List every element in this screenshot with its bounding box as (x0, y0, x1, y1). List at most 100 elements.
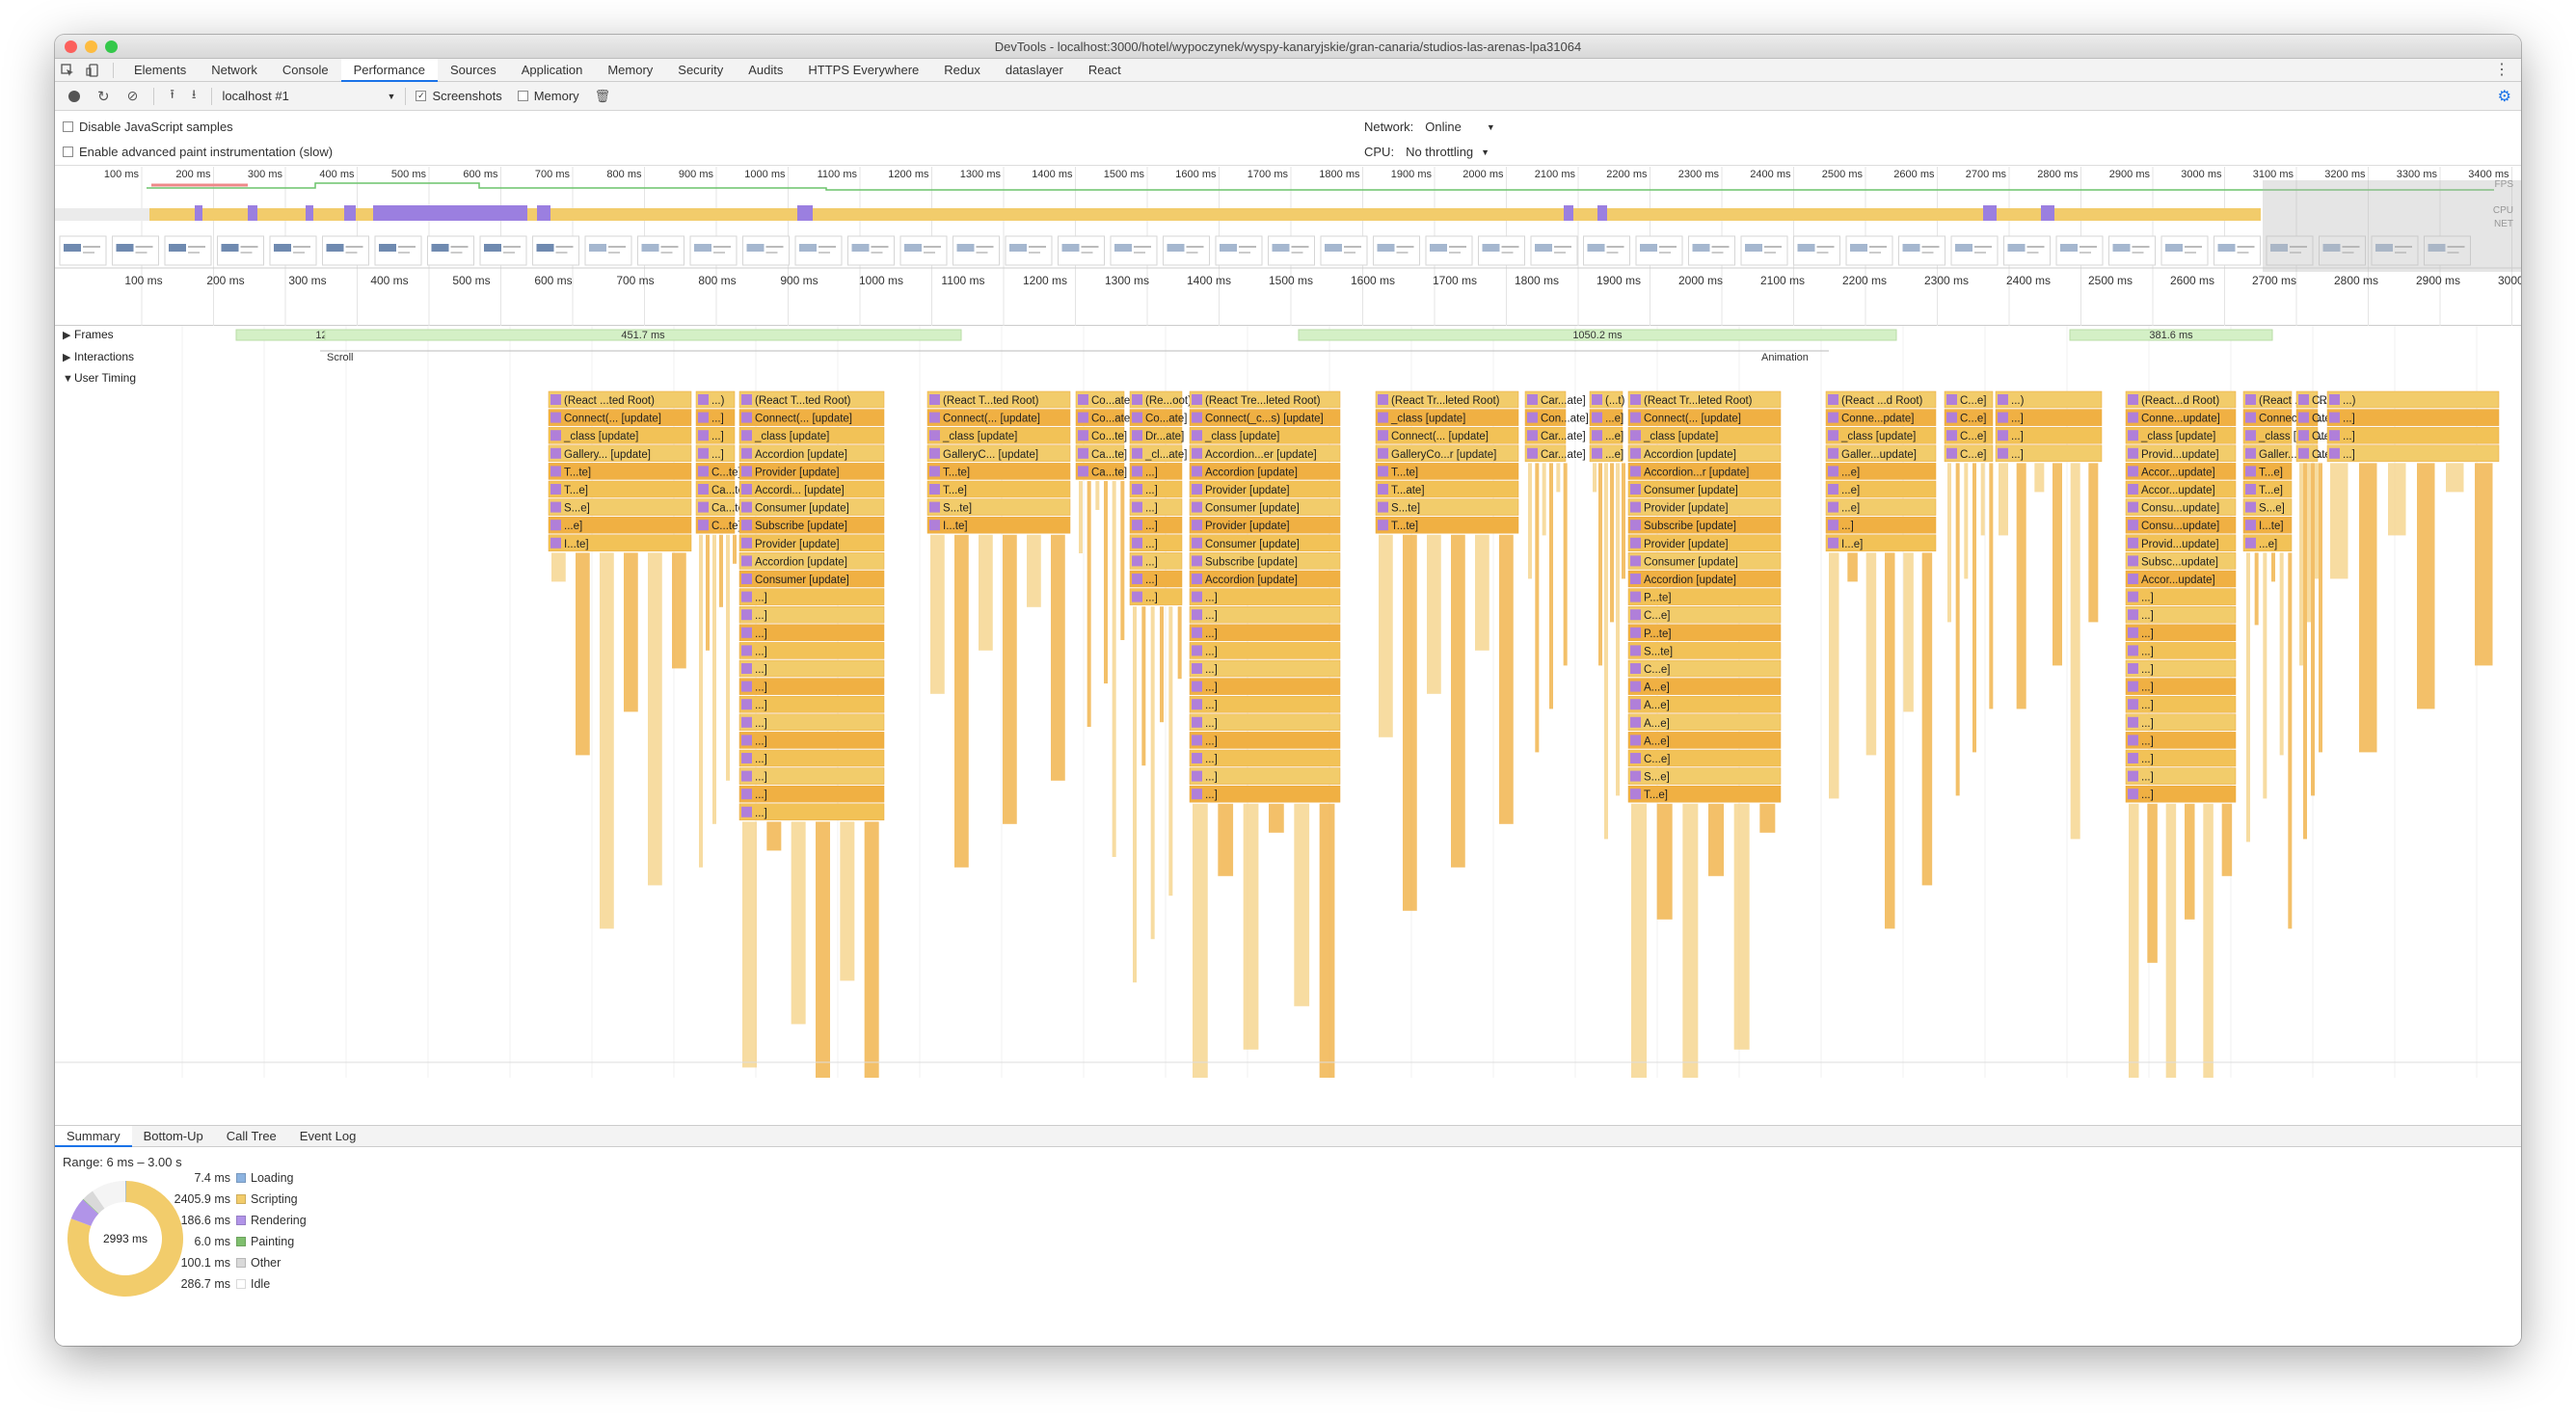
record-icon[interactable] (68, 90, 80, 102)
user-timing-track-arrow-icon[interactable]: ▼ (63, 373, 73, 385)
capture-settings-gear-icon[interactable]: ⚙ (2498, 87, 2511, 106)
memory-checkbox[interactable]: Memory (517, 89, 579, 103)
tab-react[interactable]: React (1076, 59, 1134, 82)
legend-swatch (236, 1216, 246, 1225)
load-profile-icon[interactable]: ⭱ (170, 86, 174, 107)
summary-label: Scripting (251, 1192, 298, 1206)
tab-memory[interactable]: Memory (595, 59, 665, 82)
tab-console[interactable]: Console (270, 59, 341, 82)
screenshots-checkbox[interactable]: ✓ Screenshots (416, 89, 502, 103)
user-timing-tail (1528, 463, 1532, 579)
tab-sources[interactable]: Sources (438, 59, 509, 82)
user-timing-label: _class [update] (563, 431, 638, 442)
screenshot-content (1081, 252, 1093, 254)
user-timing-tail (1610, 463, 1614, 623)
react-mark-icon (741, 627, 752, 638)
screenshot-content (1921, 246, 1940, 248)
user-timing-label: Provid...update] (2141, 539, 2219, 550)
react-mark-icon (741, 609, 752, 621)
user-timing-label: Gallery... [update] (564, 449, 651, 461)
details-tab-bottom-up[interactable]: Bottom-Up (132, 1126, 215, 1147)
device-toolbar-icon[interactable] (80, 59, 105, 82)
user-timing-label: GalleryC... [update] (943, 449, 1038, 461)
screenshot-content (1554, 252, 1566, 254)
tab-network[interactable]: Network (199, 59, 270, 82)
user-timing-label: Accordion [update] (1205, 467, 1298, 478)
summary-value: 2405.9 ms (174, 1192, 230, 1206)
react-mark-icon (1998, 394, 2008, 405)
react-mark-icon (741, 663, 752, 674)
user-timing-tail (1193, 803, 1208, 1078)
tab-https-everywhere[interactable]: HTTPS Everywhere (795, 59, 931, 82)
react-mark-icon (698, 520, 709, 531)
react-mark-icon (1630, 609, 1641, 621)
react-mark-icon (2329, 412, 2340, 423)
react-mark-icon (1378, 447, 1388, 459)
user-timing-track-label[interactable]: User Timing (74, 371, 136, 385)
screenshot-content (536, 244, 554, 252)
user-timing-label: Accordion [update] (755, 449, 847, 461)
user-timing-label: Connect(... [update] (1644, 414, 1741, 425)
screenshot-content (2132, 246, 2150, 248)
react-mark-icon (1192, 681, 1202, 692)
react-mark-icon (1630, 520, 1641, 531)
frames-track-label[interactable]: Frames (74, 328, 114, 341)
screenshot-content (818, 252, 830, 254)
details-tab-call-tree[interactable]: Call Tree (215, 1126, 288, 1147)
flame-chart[interactable]: 128.3 ms451.7 ms1050.2 ms381.6 ms▶Frames… (55, 326, 2521, 1078)
screenshot-content (116, 244, 134, 252)
react-mark-icon (1078, 394, 1088, 405)
overview-tick-label: 1000 ms (744, 169, 786, 180)
reload-record-icon[interactable]: ↻ (97, 88, 110, 105)
screenshot-content (765, 252, 778, 254)
summary-value: 286.7 ms (180, 1277, 230, 1291)
summary-donut-chart: 2993 ms (67, 1181, 183, 1297)
overview-tick-label: 2800 ms (2037, 169, 2079, 180)
advanced-paint-checkbox[interactable]: Enable advanced paint instrumentation (s… (63, 145, 333, 159)
tab-redux[interactable]: Redux (931, 59, 993, 82)
clear-icon[interactable]: ⊘ (127, 88, 139, 104)
react-mark-icon (1192, 466, 1202, 477)
details-tab-summary[interactable]: Summary (55, 1125, 132, 1147)
react-mark-icon (2128, 430, 2138, 441)
minimize-window-button[interactable] (85, 40, 97, 53)
react-mark-icon (741, 806, 752, 817)
overview-tick-label: 3300 ms (2397, 169, 2438, 180)
more-options-icon[interactable]: ⋮ (2494, 59, 2509, 82)
network-throttling-select[interactable]: Online ▼ (1425, 120, 1495, 134)
screenshot-content (450, 252, 463, 254)
react-mark-icon (2128, 501, 2138, 513)
user-timing-label: Subscribe [update] (755, 521, 847, 532)
tab-performance[interactable]: Performance (340, 58, 439, 82)
save-profile-icon[interactable]: ⭳ (192, 86, 197, 107)
target-select[interactable]: localhost #1 ▼ (222, 89, 395, 103)
tab-security[interactable]: Security (665, 59, 736, 82)
user-timing-label: Accor...update] (2141, 467, 2215, 478)
flame-tick-label: 2600 ms (2170, 274, 2214, 287)
tab-application[interactable]: Application (509, 59, 596, 82)
user-timing-tail (766, 821, 782, 851)
garbage-collect-icon[interactable]: 🗑 (595, 89, 611, 104)
user-timing-label: T...te] (564, 467, 591, 478)
user-timing-tail (2315, 463, 2319, 579)
cpu-throttling-select[interactable]: No throttling ▼ (1406, 145, 1489, 159)
user-timing-tail (1542, 463, 1546, 536)
user-timing-tail (791, 821, 806, 1025)
interactions-track-arrow-icon[interactable]: ▶ (63, 352, 71, 363)
details-tab-event-log[interactable]: Event Log (288, 1126, 368, 1147)
screenshot-content (1186, 246, 1204, 248)
react-mark-icon (1630, 591, 1641, 602)
tab-elements[interactable]: Elements (121, 59, 199, 82)
user-timing-label: (React...d Root) (2141, 395, 2219, 407)
react-mark-icon (2128, 412, 2138, 423)
tab-dataslayer[interactable]: dataslayer (993, 59, 1076, 82)
tab-audits[interactable]: Audits (736, 59, 795, 82)
frames-track-arrow-icon[interactable]: ▶ (63, 330, 71, 341)
interactions-track-label[interactable]: Interactions (74, 350, 134, 363)
disable-js-samples-checkbox[interactable]: Disable JavaScript samples (63, 120, 233, 134)
timeline-overview[interactable]: 100 ms 200 ms 300 ms 400 ms 500 ms 600 ms 700 … (55, 167, 2521, 326)
react-mark-icon (1378, 501, 1388, 513)
zoom-window-button[interactable] (105, 40, 118, 53)
close-window-button[interactable] (65, 40, 77, 53)
inspect-element-icon[interactable] (55, 59, 80, 82)
